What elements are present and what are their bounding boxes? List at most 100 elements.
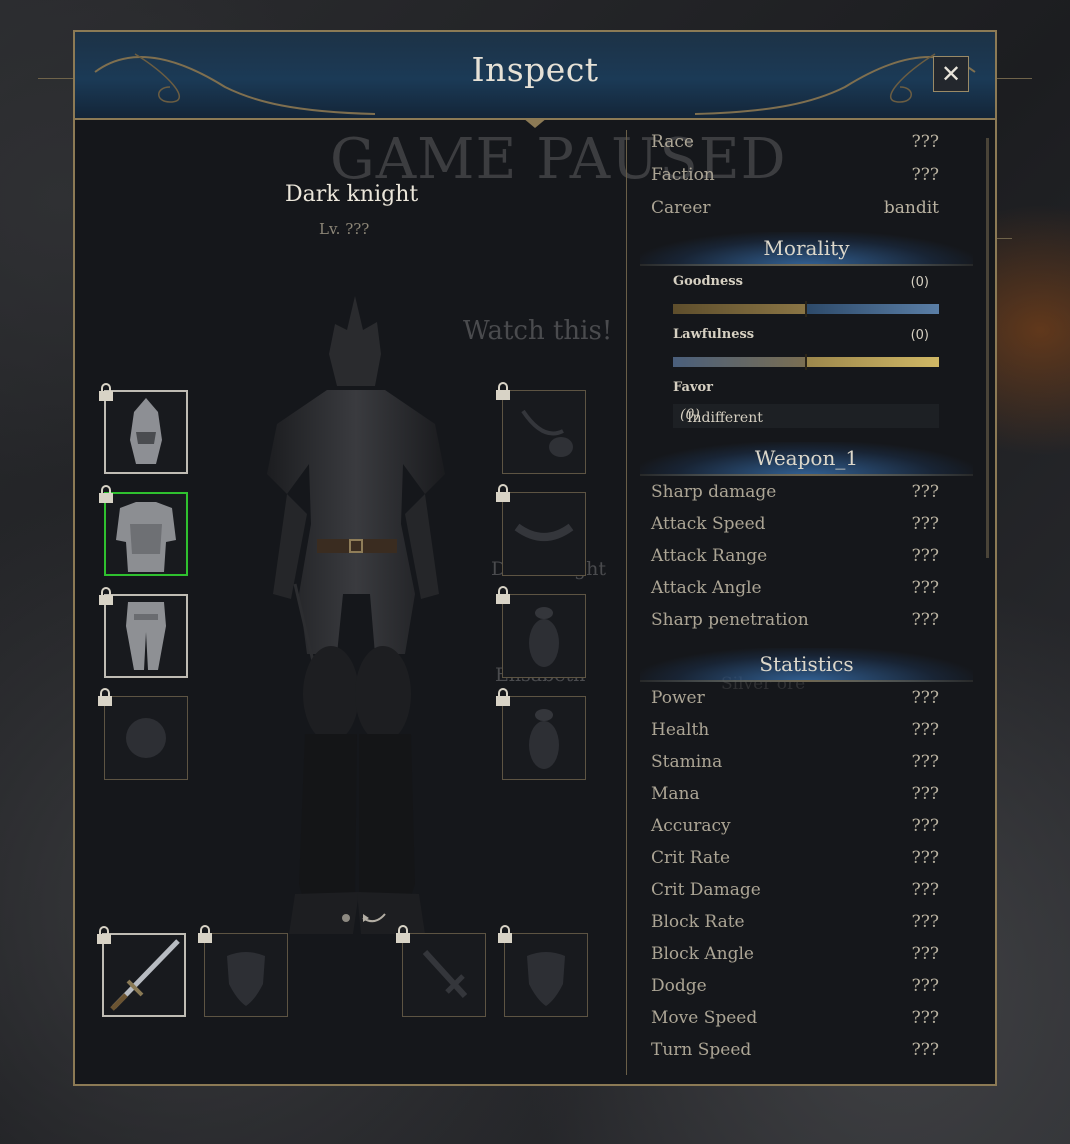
stat-row: Crit Damage??? bbox=[651, 880, 939, 906]
character-level: Lv. ??? bbox=[319, 220, 370, 238]
weapon-row: Sharp penetration ??? bbox=[651, 610, 939, 636]
stat-value: ??? bbox=[911, 752, 939, 772]
ghost-text-watch: Watch this! bbox=[463, 316, 613, 346]
career-row: Career bandit bbox=[651, 198, 939, 224]
belt-slot[interactable] bbox=[496, 484, 586, 576]
lock-icon bbox=[99, 383, 113, 401]
lock-icon bbox=[496, 586, 510, 604]
goodness-bar[interactable] bbox=[673, 301, 939, 317]
secondary-offhand-slot[interactable] bbox=[498, 925, 588, 1017]
race-label: Race bbox=[651, 132, 694, 152]
morality-title: Morality bbox=[763, 236, 850, 260]
weapon-row: Sharp damage ??? bbox=[651, 482, 939, 508]
lawfulness-label: Lawfulness bbox=[673, 327, 755, 342]
weapon-header: Weapon_1 bbox=[640, 442, 973, 476]
statistics-title: Statistics bbox=[759, 652, 854, 676]
accessory-slot-2[interactable] bbox=[496, 688, 586, 780]
stat-row: Health??? bbox=[651, 720, 939, 746]
stat-row: Stamina??? bbox=[651, 752, 939, 778]
stat-value: ??? bbox=[911, 514, 939, 534]
leg-armor-icon bbox=[126, 602, 166, 670]
career-label: Career bbox=[651, 198, 711, 218]
dark-knight-model bbox=[267, 296, 445, 934]
accessory-slot-1[interactable] bbox=[496, 586, 586, 678]
weapon-row: Attack Speed ??? bbox=[651, 514, 939, 540]
main-weapon-slot[interactable] bbox=[97, 926, 186, 1017]
lock-icon bbox=[498, 925, 512, 943]
weapon-title: Weapon_1 bbox=[754, 446, 859, 470]
stat-label: Block Angle bbox=[651, 944, 754, 964]
faction-row: Faction ??? bbox=[651, 165, 939, 191]
stat-value: ??? bbox=[911, 912, 939, 932]
chest-armor-icon bbox=[116, 502, 176, 572]
secondary-weapon-slot[interactable] bbox=[396, 925, 486, 1017]
stat-value: ??? bbox=[911, 848, 939, 868]
stat-value: ??? bbox=[911, 578, 939, 598]
lock-icon bbox=[496, 688, 510, 706]
statistics-header: Statistics bbox=[640, 648, 973, 682]
stat-label: Dodge bbox=[651, 976, 707, 996]
stat-value: ??? bbox=[911, 880, 939, 900]
stat-label: Crit Damage bbox=[651, 880, 761, 900]
stat-row: Crit Rate??? bbox=[651, 848, 939, 874]
accessory-icon bbox=[529, 709, 559, 769]
morality-header: Morality bbox=[640, 232, 973, 266]
favor-value-box: Indifferent (0) bbox=[673, 404, 939, 428]
lock-icon bbox=[99, 587, 113, 605]
stats-scrollbar[interactable] bbox=[986, 138, 989, 558]
close-button[interactable]: ✕ bbox=[933, 56, 969, 92]
race-value: ??? bbox=[911, 132, 939, 152]
stat-row: Mana??? bbox=[651, 784, 939, 810]
panel-divider bbox=[626, 130, 627, 1075]
offhand-slot[interactable] bbox=[198, 925, 288, 1017]
ring-icon bbox=[126, 718, 166, 758]
accessory-icon bbox=[529, 607, 559, 667]
lawfulness-marker bbox=[805, 354, 807, 370]
goodness-value: (0) bbox=[910, 275, 929, 290]
faction-label: Faction bbox=[651, 165, 715, 185]
stat-value: ??? bbox=[911, 1008, 939, 1028]
stat-label: Stamina bbox=[651, 752, 723, 772]
goodness-label: Goodness bbox=[673, 274, 743, 289]
stat-label: Attack Angle bbox=[651, 578, 762, 598]
stat-label: Move Speed bbox=[651, 1008, 758, 1028]
weapon-row: Attack Range ??? bbox=[651, 546, 939, 572]
lock-icon bbox=[496, 382, 510, 400]
favor-value: Indifferent bbox=[687, 410, 763, 426]
lock-icon bbox=[99, 485, 113, 503]
character-name: Dark knight bbox=[285, 182, 419, 207]
stat-label: Accuracy bbox=[651, 816, 731, 836]
weapon-row: Attack Angle ??? bbox=[651, 578, 939, 604]
stat-label: Mana bbox=[651, 784, 700, 804]
stat-value: ??? bbox=[911, 816, 939, 836]
stat-value: ??? bbox=[911, 688, 939, 708]
lock-icon bbox=[98, 688, 112, 706]
chest-armor-slot[interactable] bbox=[99, 485, 188, 576]
stat-value: ??? bbox=[911, 944, 939, 964]
stat-value: ??? bbox=[911, 784, 939, 804]
lock-icon bbox=[198, 925, 212, 943]
stat-value: ??? bbox=[911, 546, 939, 566]
stat-label: Block Rate bbox=[651, 912, 745, 932]
stat-label: Attack Speed bbox=[651, 514, 766, 534]
stat-row: Accuracy??? bbox=[651, 816, 939, 842]
stat-label: Power bbox=[651, 688, 705, 708]
faction-value: ??? bbox=[911, 165, 939, 185]
background-line-right bbox=[996, 78, 1032, 79]
stat-label: Sharp penetration bbox=[651, 610, 809, 630]
stat-value: ??? bbox=[911, 976, 939, 996]
stat-label: Sharp damage bbox=[651, 482, 777, 502]
amulet-slot[interactable] bbox=[496, 382, 586, 474]
sword-icon bbox=[110, 939, 180, 1011]
helmet-slot[interactable] bbox=[99, 383, 188, 474]
stat-value: ??? bbox=[911, 1040, 939, 1060]
stat-row: Turn Speed??? bbox=[651, 1040, 939, 1066]
stat-row: Block Angle??? bbox=[651, 944, 939, 970]
lawfulness-bar[interactable] bbox=[673, 354, 939, 370]
inspect-panel: Inspect ✕ GAME PAUSED Watch this! Dark k… bbox=[73, 30, 997, 1086]
stat-row: Power??? bbox=[651, 688, 939, 714]
ring-slot[interactable] bbox=[98, 688, 188, 780]
lock-icon bbox=[496, 484, 510, 502]
rotate-model-icon[interactable] bbox=[341, 908, 391, 928]
leg-armor-slot[interactable] bbox=[99, 587, 188, 678]
